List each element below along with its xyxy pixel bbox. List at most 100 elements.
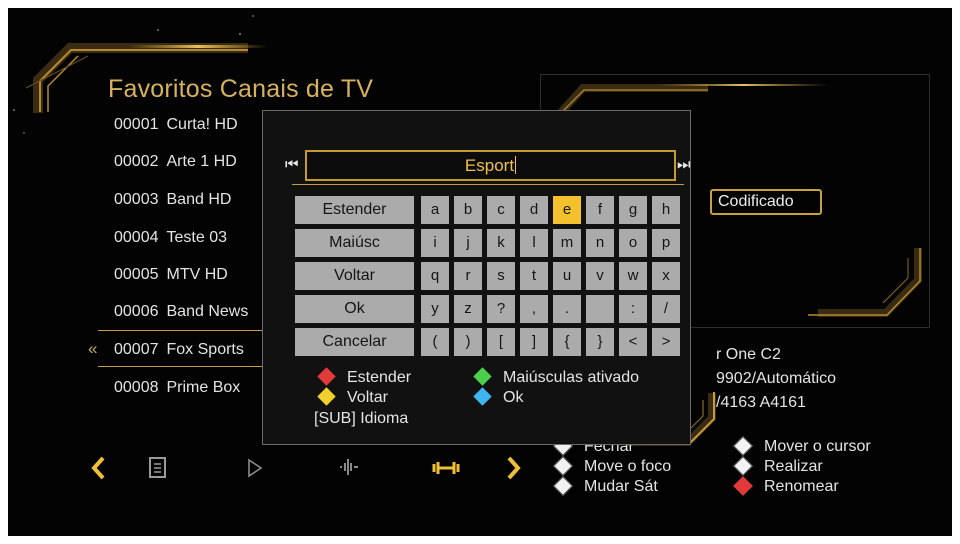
channel-number: 00002 [114,153,159,170]
keyboard-key[interactable]: i [421,229,449,257]
channel-name: Curta! HD [166,116,238,133]
yellow-button-icon [317,387,336,406]
channel-item[interactable]: 00002 Arte 1 HD [114,153,237,171]
channel-item[interactable]: 00008 Prime Box [114,379,240,397]
name-input[interactable]: Esport [305,150,676,181]
keyboard-key[interactable]: q [421,262,449,290]
keyboard-key[interactable]: f [586,196,614,224]
keyboard-key[interactable]: h [652,196,680,224]
channel-name: Band HD [166,191,232,208]
cancel-button[interactable]: Cancelar [295,328,414,356]
chevron-right-icon[interactable] [504,454,524,482]
pid-info: /4163 A4161 [716,394,806,411]
button-icon [733,456,753,476]
button-icon [553,476,573,496]
legend-green: Maiúsculas ativado [473,367,639,387]
skip-next-icon[interactable]: ⏭ [677,156,690,173]
channel-name: MTV HD [166,266,228,283]
keyboard-key[interactable]: n [586,229,614,257]
keyboard-key[interactable]: ] [520,328,548,356]
chevron-left-icon[interactable] [88,454,108,482]
play-icon[interactable] [246,458,264,478]
keyboard-key[interactable]: z [454,295,482,323]
legend-blue: Ok [473,387,523,407]
keyboard-key[interactable]: } [586,328,614,356]
legend-red: Estender [317,367,411,387]
skip-previous-icon[interactable]: ⏮ [285,156,298,173]
keyboard-key[interactable]: p [652,229,680,257]
keyboard-key[interactable]: a [421,196,449,224]
text-cursor [515,156,517,174]
keyboard-key[interactable]: x [652,262,680,290]
channel-number: 00006 [114,303,159,320]
ok-button[interactable]: Ok [295,295,414,323]
channel-item[interactable]: 00004 Teste 03 [114,229,227,247]
document-icon[interactable] [148,456,168,480]
channel-number: 00003 [114,191,159,208]
channel-name: Fox Sports [166,341,244,358]
channel-number: 00001 [114,116,159,133]
help-move-cursor: Mover o cursor [733,436,871,456]
channel-name: Arte 1 HD [166,153,237,170]
scrambled-badge: Codificado [710,189,822,215]
channel-item[interactable]: 00003 Band HD [114,191,231,209]
help-rename: Renomear [733,476,839,496]
extend-button[interactable]: Estender [295,196,414,224]
keyboard-key[interactable]: t [520,262,548,290]
keyboard-key[interactable]: ? [487,295,515,323]
keyboard-key[interactable]: s [487,262,515,290]
caps-button[interactable]: Maiúsc [295,229,414,257]
keyboard-key[interactable]: [ [487,328,515,356]
keyboard-key[interactable]: y [421,295,449,323]
button-icon [553,456,573,476]
legend-yellow: Voltar [317,387,388,407]
keyboard-key[interactable]: r [454,262,482,290]
keyboard-key[interactable]: e [553,196,581,224]
selection-line-top [98,330,264,331]
keyboard-key[interactable]: k [487,229,515,257]
dumbbell-icon[interactable] [432,460,460,476]
keyboard-key[interactable]: . [553,295,581,323]
keyboard-key[interactable]: ) [454,328,482,356]
keyboard-key[interactable]: j [454,229,482,257]
keyboard-key[interactable]: o [619,229,647,257]
button-icon [733,436,753,456]
keyboard-key[interactable] [586,295,614,323]
keyboard-key[interactable]: v [586,262,614,290]
keyboard-key[interactable]: < [619,328,647,356]
keyboard-key[interactable]: : [619,295,647,323]
channel-number: 00005 [114,266,159,283]
keyboard-key[interactable]: m [553,229,581,257]
input-underline [292,184,684,185]
channel-name: Prime Box [166,379,241,396]
selection-line-bottom [98,366,264,367]
channel-name: Band News [166,303,249,320]
keyboard-key[interactable]: > [652,328,680,356]
keyboard-key[interactable]: u [553,262,581,290]
channel-name: Teste 03 [166,229,227,246]
channel-item-selected[interactable]: 00007 Fox Sports [114,341,244,359]
keyboard-key[interactable]: d [520,196,548,224]
keyboard-key[interactable]: ( [421,328,449,356]
name-input-value: Esport [464,156,515,175]
keyboard-key[interactable]: , [520,295,548,323]
channel-item[interactable]: 00005 MTV HD [114,266,228,284]
blue-button-icon [473,387,492,406]
red-button-icon [733,476,753,496]
page-title: Favoritos Canais de TV [108,75,374,103]
keyboard-key[interactable]: / [652,295,680,323]
keyboard-key[interactable]: b [454,196,482,224]
legend-sub-language: [SUB] Idioma [314,410,409,427]
keyboard-key[interactable]: l [520,229,548,257]
channel-number: 00007 [114,341,159,358]
waveform-icon[interactable] [338,456,360,478]
keyboard-key[interactable]: { [553,328,581,356]
back-button[interactable]: Voltar [295,262,414,290]
keyboard-key[interactable]: g [619,196,647,224]
green-button-icon [473,367,492,386]
keyboard-key[interactable]: c [487,196,515,224]
channel-item[interactable]: 00006 Band News [114,303,248,321]
channel-number: 00008 [114,379,159,396]
channel-item[interactable]: 00001 Curta! HD [114,116,238,134]
keyboard-key[interactable]: w [619,262,647,290]
